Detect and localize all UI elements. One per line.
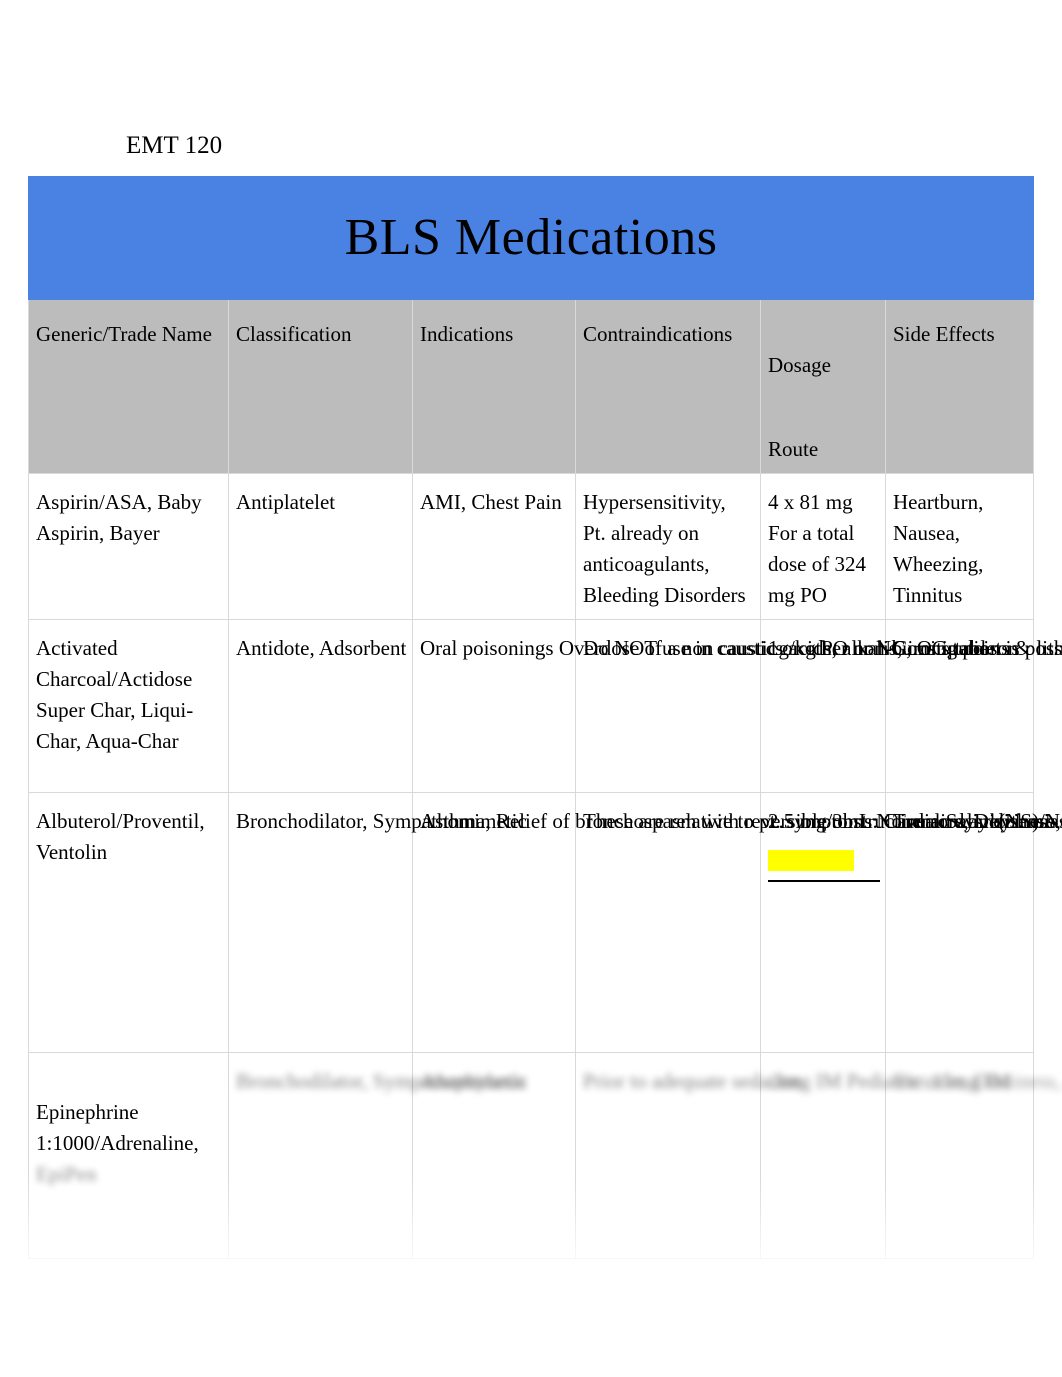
highlighted-blank-field bbox=[768, 849, 880, 882]
cell-dosage: .3mg IM Pediatric .15mg IM bbox=[760, 1052, 1011, 1259]
column-header-classification: Classification bbox=[228, 299, 413, 474]
cell-generic-trade-name: Epinephrine 1:1000/Adrenaline, EpiPen bbox=[28, 1052, 229, 1259]
table-header-row: Generic/Trade Name Classification Indica… bbox=[28, 299, 1035, 474]
table-title-cell: BLS Medications bbox=[27, 176, 1035, 300]
cell-text: Anaphylaxis bbox=[420, 1069, 527, 1093]
cell-indications: Asthma, Relief of bronchospasm with reve… bbox=[412, 792, 1054, 1053]
column-header-indications: Indications bbox=[412, 299, 576, 474]
cell-text: Aspirin/ASA, Baby Aspirin, Bayer bbox=[36, 490, 202, 545]
cell-text: 4 x 81 mg For a total dose of 324 mg PO bbox=[768, 490, 866, 607]
document-page: EMT 120 BLS Medications Generic/Trade Na… bbox=[0, 0, 1062, 1377]
cell-indications: Anaphylaxis bbox=[412, 1052, 576, 1259]
cell-text: Constipation is possible, vomiting due t… bbox=[893, 636, 1062, 660]
cell-dosage: 2.5 mg/3mL Normal Saline(NS)/Ne bulizer … bbox=[760, 792, 1062, 1053]
cell-generic-trade-name: Albuterol/Proventil, Ventolin bbox=[28, 792, 229, 1053]
cell-text: Epinephrine 1:1000/Adrenaline, bbox=[36, 1100, 199, 1155]
bls-medications-table: BLS Medications Generic/Trade Name Class… bbox=[27, 176, 1062, 1259]
column-header-contraindications: Contraindications bbox=[575, 299, 761, 474]
cell-text: Bronchodilator, Sympathomimetic bbox=[236, 809, 527, 833]
table-row: Albuterol/Proventil, Ventolin Bronchodil… bbox=[28, 792, 1062, 1053]
cell-text: Antidote, Adsorbent bbox=[236, 636, 407, 660]
column-header-label: Dosage bbox=[768, 353, 831, 377]
column-header-sublabel-route: Route bbox=[768, 437, 819, 461]
cell-text: Bronchodilator, Sympathomimetic bbox=[236, 1069, 527, 1093]
yellow-highlight bbox=[768, 850, 854, 871]
cell-contraindications: Do NOT use in caustics acids, alkalis, i… bbox=[575, 619, 1062, 793]
cell-text: Albuterol/Proventil, Ventolin bbox=[36, 809, 205, 864]
column-header-label: Classification bbox=[236, 322, 352, 346]
cell-text: Hypersensitivity, Pt. already on anticoa… bbox=[583, 490, 746, 607]
cell-generic-trade-name: Activated Charcoal/Actidose Super Char, … bbox=[28, 619, 229, 793]
cell-text: .3mg IM Pediatric .15mg IM bbox=[768, 1069, 1011, 1093]
cell-text: Oral poisonings Overdose of a non causti… bbox=[420, 636, 1019, 660]
table-row: Aspirin/ASA, Baby Aspirin, Bayer Antipla… bbox=[28, 473, 1035, 620]
cell-indications: AMI, Chest Pain bbox=[412, 473, 576, 620]
table-title-row: BLS Medications bbox=[27, 176, 1035, 300]
cell-text: AMI, Chest Pain bbox=[420, 490, 562, 514]
column-header-label: Generic/Trade Name bbox=[36, 322, 212, 346]
cell-text: Antiplatelet bbox=[236, 490, 336, 514]
cell-dosage: 4 x 81 mg For a total dose of 324 mg PO bbox=[760, 473, 886, 620]
cell-side-effects: Tremors, Dizziness, Anxiety, Palpitation… bbox=[884, 792, 1062, 1053]
header-spacer bbox=[768, 381, 878, 403]
column-header-side-effects: Side Effects bbox=[884, 299, 1035, 474]
course-label: EMT 120 bbox=[126, 132, 223, 159]
cell-contraindications: Prior to adequate sedation bbox=[575, 1052, 802, 1259]
cell-classification: Antiplatelet bbox=[228, 473, 413, 620]
cell-text: Prior to adequate sedation bbox=[583, 1069, 802, 1093]
cell-contraindications: Hypersensitivity, Pt. already on anticoa… bbox=[575, 473, 761, 620]
cell-text: 1g/kg PO or NG, OG tube bbox=[768, 636, 989, 660]
column-header-label: Indications bbox=[420, 322, 514, 346]
page-title: BLS Medications bbox=[344, 209, 718, 266]
column-header-generic-trade-name: Generic/Trade Name bbox=[28, 299, 229, 474]
column-header-dosage-route: Dosage Route bbox=[760, 299, 886, 474]
table-row: Activated Charcoal/Actidose Super Char, … bbox=[28, 619, 1062, 793]
cell-dosage: 1g/kg PO or NG, OG tube bbox=[760, 619, 989, 793]
cell-side-effects: Constipation is possible, vomiting due t… bbox=[884, 619, 1062, 793]
column-header-label: Contraindications bbox=[583, 322, 733, 346]
cell-text: Activated Charcoal/Actidose Super Char, … bbox=[36, 636, 194, 753]
cell-side-effects: Heartburn, Nausea, Wheezing, Tinnitus bbox=[884, 473, 1035, 620]
cell-text: Do NOT use in caustics acids, alkalis, i… bbox=[583, 636, 1062, 660]
cell-generic-trade-name: Aspirin/ASA, Baby Aspirin, Bayer bbox=[28, 473, 229, 620]
cell-text: Tremors, Dizziness, Anxiety, Palpitation… bbox=[893, 1069, 1062, 1093]
cell-contraindications: These are relative to pt. symptoms: Card… bbox=[575, 792, 1062, 1053]
cell-text: Asthma, Relief of bronchospasm with reve… bbox=[420, 809, 1054, 833]
cell-classification: Bronchodilator, Sympathomimetic bbox=[228, 792, 527, 1053]
cell-indications: Oral poisonings Overdose of a non causti… bbox=[412, 619, 1019, 793]
column-header-label: Side Effects bbox=[893, 322, 995, 346]
cell-text: Tremors, Dizziness, Anxiety, Palpitation… bbox=[893, 809, 1062, 833]
table-row: Epinephrine 1:1000/Adrenaline, EpiPen Br… bbox=[28, 1052, 1062, 1259]
cell-text-faded: EpiPen bbox=[36, 1162, 97, 1186]
cell-classification: Bronchodilator, Sympathomimetic bbox=[228, 1052, 527, 1259]
cell-text: These are relative to pt. symptoms: Card… bbox=[583, 809, 1062, 833]
bls-medications-table-wrapper: BLS Medications Generic/Trade Name Class… bbox=[27, 176, 1062, 1259]
cell-classification: Antidote, Adsorbent bbox=[228, 619, 413, 793]
cell-text: Heartburn, Nausea, Wheezing, Tinnitus bbox=[893, 490, 984, 607]
cell-side-effects: Tremors, Dizziness, Anxiety, Palpitation… bbox=[884, 1052, 1062, 1259]
